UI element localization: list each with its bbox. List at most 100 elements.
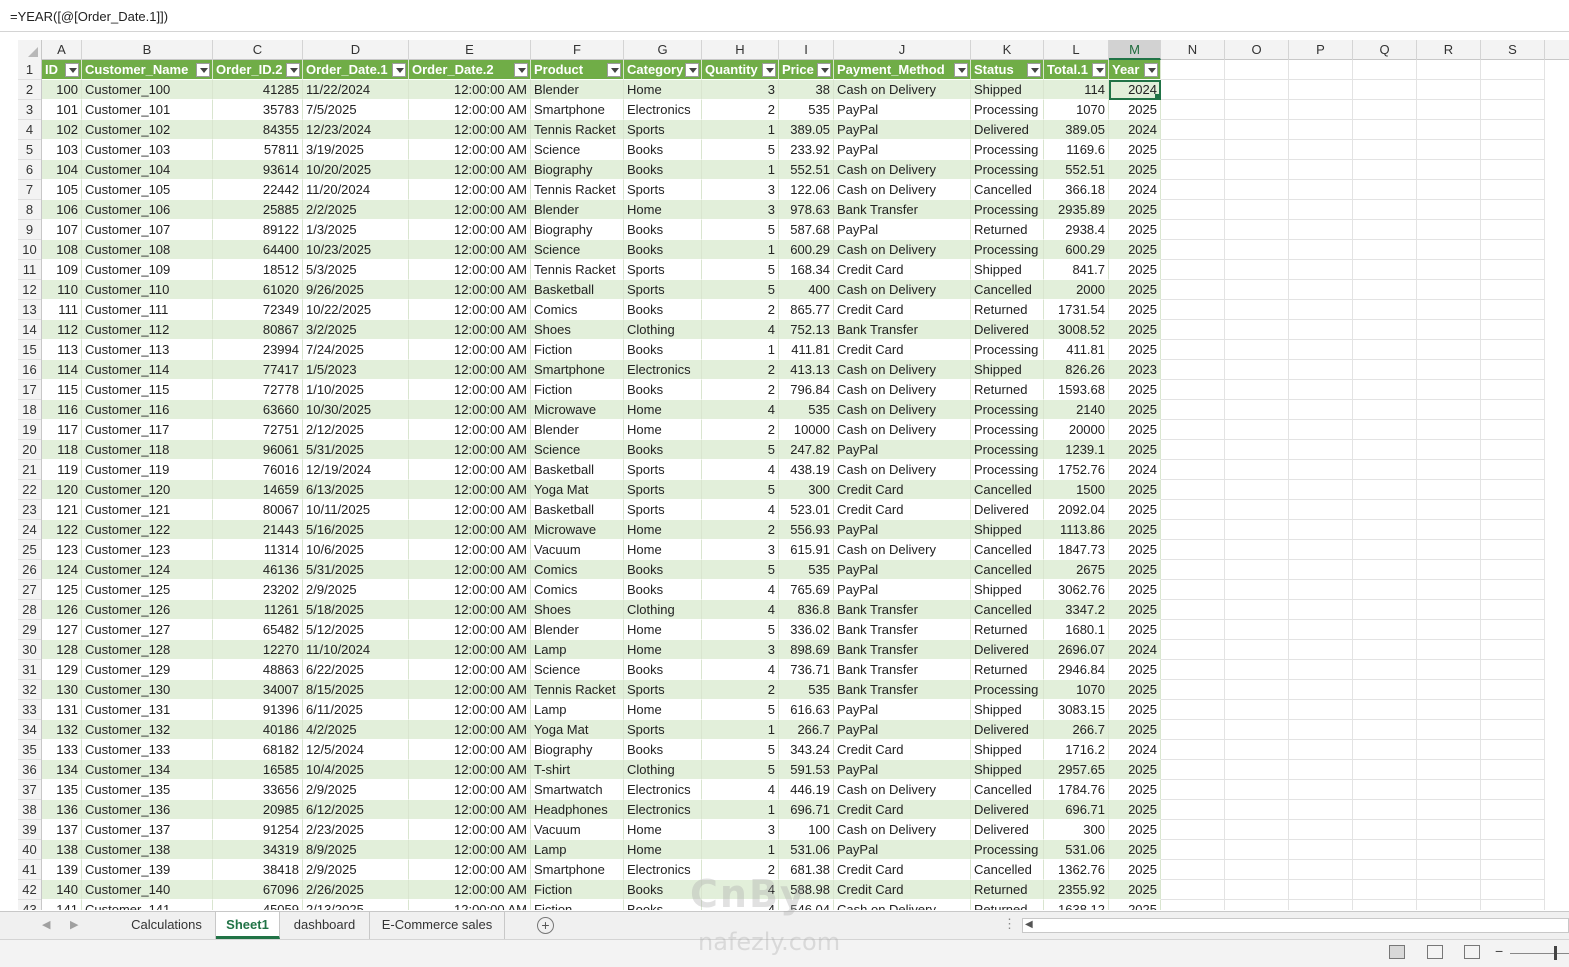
table-cell[interactable]: 2 <box>702 360 779 380</box>
table-cell[interactable]: 389.05 <box>1044 120 1109 140</box>
table-cell[interactable]: 2025 <box>1109 320 1161 340</box>
row-header[interactable]: 30 <box>18 640 41 660</box>
empty-cell[interactable] <box>1481 620 1545 640</box>
empty-cell[interactable] <box>1225 480 1289 500</box>
empty-cell[interactable] <box>1225 640 1289 660</box>
empty-cell[interactable] <box>1289 660 1353 680</box>
table-cell[interactable]: 2025 <box>1109 720 1161 740</box>
empty-cell[interactable] <box>1225 780 1289 800</box>
table-cell[interactable]: 121 <box>42 500 82 520</box>
empty-cell[interactable] <box>1353 780 1417 800</box>
table-cell[interactable]: PayPal <box>834 120 971 140</box>
table-cell[interactable]: 535 <box>779 560 834 580</box>
table-cell[interactable]: 119 <box>42 460 82 480</box>
table-cell[interactable]: 411.81 <box>779 340 834 360</box>
table-cell[interactable]: Credit Card <box>834 260 971 280</box>
table-cell[interactable]: 80867 <box>213 320 303 340</box>
table-cell[interactable]: 2025 <box>1109 760 1161 780</box>
table-cell[interactable]: 1362.76 <box>1044 860 1109 880</box>
table-cell[interactable]: Processing <box>971 240 1044 260</box>
row-header[interactable]: 28 <box>18 600 41 620</box>
table-header-cell[interactable]: Price <box>779 60 834 80</box>
table-cell[interactable]: Credit Card <box>834 740 971 760</box>
table-cell[interactable]: Customer_107 <box>82 220 213 240</box>
row-header[interactable]: 40 <box>18 840 41 860</box>
empty-cell[interactable] <box>1417 900 1481 910</box>
table-cell[interactable]: 1752.76 <box>1044 460 1109 480</box>
table-cell[interactable]: 129 <box>42 660 82 680</box>
empty-cell[interactable] <box>1481 700 1545 720</box>
empty-cell[interactable] <box>1481 760 1545 780</box>
column-header-f[interactable]: F <box>531 40 624 60</box>
empty-cell[interactable] <box>1161 480 1225 500</box>
table-cell[interactable]: PayPal <box>834 700 971 720</box>
table-cell[interactable]: 2/13/2025 <box>303 900 409 910</box>
table-cell[interactable]: 5/12/2025 <box>303 620 409 640</box>
table-cell[interactable]: Biography <box>531 740 624 760</box>
table-cell[interactable]: 2025 <box>1109 140 1161 160</box>
table-cell[interactable]: 11/10/2024 <box>303 640 409 660</box>
empty-cell[interactable] <box>1481 660 1545 680</box>
empty-cell[interactable] <box>1417 380 1481 400</box>
table-cell[interactable]: Customer_119 <box>82 460 213 480</box>
table-cell[interactable]: 2025 <box>1109 400 1161 420</box>
sheet-tab-dashboard[interactable]: dashboard <box>280 912 370 939</box>
table-cell[interactable]: Customer_134 <box>82 760 213 780</box>
table-cell[interactable]: 2025 <box>1109 300 1161 320</box>
table-cell[interactable]: Cash on Delivery <box>834 420 971 440</box>
table-cell[interactable]: 114 <box>1044 80 1109 100</box>
table-cell[interactable]: 84355 <box>213 120 303 140</box>
empty-cell[interactable] <box>1289 680 1353 700</box>
empty-cell[interactable] <box>1161 880 1225 900</box>
empty-cell[interactable] <box>1289 780 1353 800</box>
empty-cell[interactable] <box>1289 200 1353 220</box>
table-cell[interactable]: Credit Card <box>834 860 971 880</box>
table-cell[interactable]: Vacuum <box>531 540 624 560</box>
empty-cell[interactable] <box>1289 840 1353 860</box>
table-cell[interactable]: 336.02 <box>779 620 834 640</box>
table-cell[interactable]: Shipped <box>971 580 1044 600</box>
column-header-b[interactable]: B <box>82 40 213 60</box>
table-cell[interactable]: 2024 <box>1109 80 1161 100</box>
table-cell[interactable]: 130 <box>42 680 82 700</box>
table-cell[interactable]: 836.8 <box>779 600 834 620</box>
empty-cell[interactable] <box>1225 200 1289 220</box>
table-cell[interactable]: 865.77 <box>779 300 834 320</box>
table-cell[interactable]: 100 <box>779 820 834 840</box>
table-cell[interactable]: 1169.6 <box>1044 140 1109 160</box>
empty-cell[interactable] <box>1161 500 1225 520</box>
empty-cell[interactable] <box>1161 160 1225 180</box>
table-cell[interactable]: 91396 <box>213 700 303 720</box>
table-cell[interactable]: 2025 <box>1109 860 1161 880</box>
empty-cell[interactable] <box>1481 80 1545 100</box>
empty-cell[interactable] <box>1481 540 1545 560</box>
table-cell[interactable]: Clothing <box>624 320 702 340</box>
table-cell[interactable]: Delivered <box>971 500 1044 520</box>
table-cell[interactable]: 3347.2 <box>1044 600 1109 620</box>
row-header[interactable]: 35 <box>18 740 41 760</box>
table-cell[interactable]: 841.7 <box>1044 260 1109 280</box>
empty-cell[interactable] <box>1417 460 1481 480</box>
empty-cell[interactable] <box>1417 400 1481 420</box>
empty-cell[interactable] <box>1417 780 1481 800</box>
table-cell[interactable]: 112 <box>42 320 82 340</box>
table-cell[interactable]: 12:00:00 AM <box>409 660 531 680</box>
table-cell[interactable]: Basketball <box>531 460 624 480</box>
empty-cell[interactable] <box>1225 260 1289 280</box>
empty-cell[interactable] <box>1417 260 1481 280</box>
table-cell[interactable]: 64400 <box>213 240 303 260</box>
table-header-cell[interactable]: Product <box>531 60 624 80</box>
table-cell[interactable]: 168.34 <box>779 260 834 280</box>
table-cell[interactable]: 4 <box>702 660 779 680</box>
table-cell[interactable]: 2025 <box>1109 160 1161 180</box>
empty-cell[interactable] <box>1289 600 1353 620</box>
table-cell[interactable]: 12:00:00 AM <box>409 220 531 240</box>
empty-cell[interactable] <box>1225 400 1289 420</box>
empty-cell[interactable] <box>1225 900 1289 910</box>
table-cell[interactable]: Processing <box>971 420 1044 440</box>
table-cell[interactable]: 2025 <box>1109 220 1161 240</box>
table-cell[interactable]: PayPal <box>834 560 971 580</box>
table-cell[interactable]: 117 <box>42 420 82 440</box>
table-cell[interactable]: 1716.2 <box>1044 740 1109 760</box>
table-cell[interactable]: 2 <box>702 300 779 320</box>
